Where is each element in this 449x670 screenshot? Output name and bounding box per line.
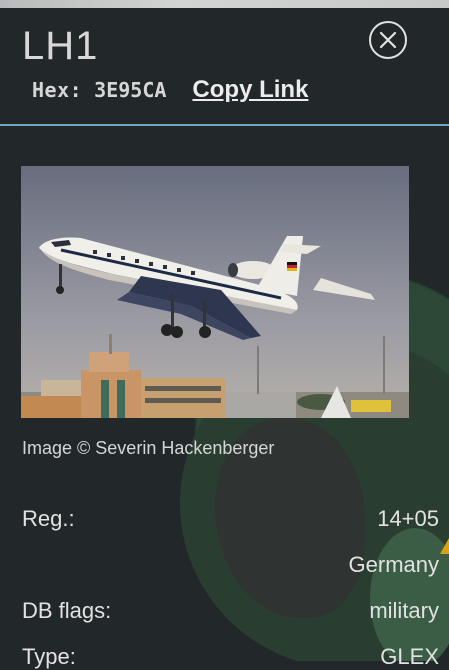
registration-label: Reg.: xyxy=(22,506,75,531)
map-background-strip xyxy=(0,0,449,8)
type-value: GLEX xyxy=(380,644,439,669)
close-button[interactable] xyxy=(367,19,409,61)
db-flags-label: DB flags: xyxy=(22,598,112,623)
registration-value: 14+05 xyxy=(377,506,439,531)
country-value: Germany xyxy=(348,552,439,577)
aircraft-photo[interactable] xyxy=(21,166,409,418)
type-label: Type: xyxy=(22,644,76,669)
header-divider xyxy=(0,124,449,126)
hex-label: Hex: xyxy=(32,78,83,102)
map-aircraft-marker xyxy=(440,538,449,554)
copy-link[interactable]: Copy Link xyxy=(192,76,308,104)
photo-credit: Image © Severin Hackenberger xyxy=(22,438,275,458)
callsign-title: LH1 xyxy=(22,24,99,68)
close-icon xyxy=(369,21,407,59)
aircraft-photo-illustration xyxy=(21,166,409,418)
hex-row: Hex: 3E95CA Copy Link xyxy=(32,76,308,110)
db-flags-value: military xyxy=(369,598,439,623)
hex-value: 3E95CA xyxy=(94,78,167,102)
